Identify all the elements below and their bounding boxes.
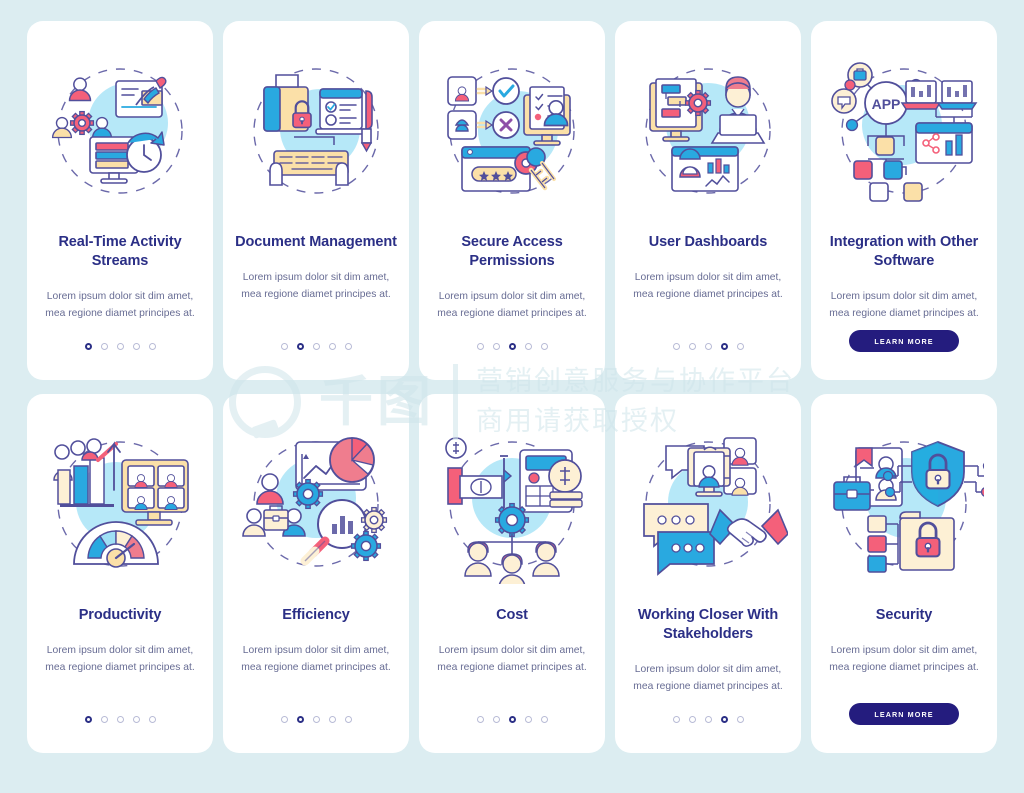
pagination-dot[interactable] bbox=[688, 716, 696, 723]
people-bar-chart-video-grid-gauge-illustration bbox=[40, 424, 200, 584]
card-title: Integration with Other Software bbox=[829, 234, 979, 270]
card-description: Lorem ipsum dolor sit dim amet, mea regi… bbox=[437, 645, 587, 673]
card-title: User Dashboards bbox=[648, 234, 768, 250]
pagination-dot[interactable] bbox=[704, 716, 712, 723]
pagination-dot[interactable] bbox=[132, 343, 140, 350]
pagination-dot[interactable] bbox=[672, 343, 680, 350]
pagination-dot[interactable] bbox=[704, 343, 712, 350]
pagination-dots[interactable] bbox=[280, 343, 352, 350]
learn-more-button[interactable]: LEARN MORE bbox=[849, 703, 959, 725]
onboarding-screens-canvas: 千图 营销创意服务与协作平台 商用请获取授权 Real-Time Activit… bbox=[0, 0, 1024, 793]
pagination-dots[interactable] bbox=[476, 343, 548, 350]
pagination-dot[interactable] bbox=[100, 716, 108, 723]
pagination-dot-active[interactable] bbox=[720, 716, 728, 723]
video-call-chat-bubbles-handshake-illustration bbox=[628, 424, 788, 584]
card-description: Lorem ipsum dolor sit dim amet, mea regi… bbox=[241, 645, 391, 673]
pagination-dot[interactable] bbox=[476, 716, 484, 723]
card-description: Lorem ipsum dolor sit dim amet, mea regi… bbox=[437, 291, 587, 319]
pagination-dot[interactable] bbox=[100, 343, 108, 350]
pagination-dot-active[interactable] bbox=[296, 716, 304, 723]
onboarding-card-integration-with-other-software[interactable]: APP Integration with Other Software Lore… bbox=[811, 21, 997, 380]
onboarding-card-secure-access-permissions[interactable]: Secure Access Permissions Lorem ipsum dol… bbox=[419, 21, 605, 380]
pagination-dot[interactable] bbox=[148, 343, 156, 350]
pagination-dot-active[interactable] bbox=[508, 343, 516, 350]
app-node-network-laptops-analytics-illustration: APP bbox=[824, 51, 984, 211]
pagination-dot[interactable] bbox=[328, 716, 336, 723]
id-card-briefcase-shield-lock-folder-illustration bbox=[824, 424, 984, 584]
learn-more-button[interactable]: LEARN MORE bbox=[849, 330, 959, 352]
pagination-dot[interactable] bbox=[116, 343, 124, 350]
pagination-dots[interactable] bbox=[84, 343, 156, 350]
pagination-dot[interactable] bbox=[312, 716, 320, 723]
card-title: Cost bbox=[496, 607, 528, 623]
pagination-dot-active[interactable] bbox=[84, 716, 92, 723]
card-description: Lorem ipsum dolor sit dim amet, mea regi… bbox=[829, 291, 979, 319]
screens-grid: Real-Time Activity Streams Lorem ipsum do… bbox=[0, 0, 1024, 774]
pagination-dot[interactable] bbox=[148, 716, 156, 723]
pagination-dot[interactable] bbox=[312, 343, 320, 350]
pagination-dot[interactable] bbox=[476, 343, 484, 350]
card-title: Security bbox=[875, 607, 933, 623]
pagination-dot[interactable] bbox=[492, 716, 500, 723]
pagination-dot[interactable] bbox=[344, 343, 352, 350]
pagination-dot[interactable] bbox=[540, 343, 548, 350]
card-description: Lorem ipsum dolor sit dim amet, mea regi… bbox=[633, 272, 783, 300]
folder-lock-checklist-keyboard-hands-illustration bbox=[236, 51, 396, 211]
monitor-gear-person-laptop-charts-illustration bbox=[628, 51, 788, 211]
pagination-dot[interactable] bbox=[540, 716, 548, 723]
pagination-dot[interactable] bbox=[328, 343, 336, 350]
card-description: Lorem ipsum dolor sit dim amet, mea regi… bbox=[241, 272, 391, 300]
card-title: Document Management bbox=[235, 234, 397, 250]
onboarding-card-document-management[interactable]: Document Management Lorem ipsum dolor sit… bbox=[223, 21, 409, 380]
pagination-dot[interactable] bbox=[280, 343, 288, 350]
pagination-dot[interactable] bbox=[688, 343, 696, 350]
svg-text:APP: APP bbox=[872, 96, 901, 112]
pagination-dot-active[interactable] bbox=[296, 343, 304, 350]
pagination-dots[interactable] bbox=[672, 343, 744, 350]
pagination-dot-active[interactable] bbox=[508, 716, 516, 723]
pagination-dot[interactable] bbox=[524, 343, 532, 350]
pagination-dot-active[interactable] bbox=[84, 343, 92, 350]
onboarding-card-real-time-activity-streams[interactable]: Real-Time Activity Streams Lorem ipsum do… bbox=[27, 21, 213, 380]
pagination-dot[interactable] bbox=[344, 716, 352, 723]
graph-pie-clock-team-magnifier-gears-illustration bbox=[236, 424, 396, 584]
pagination-dots[interactable] bbox=[280, 716, 352, 723]
card-description: Lorem ipsum dolor sit dim amet, mea regi… bbox=[829, 645, 979, 673]
onboarding-card-security[interactable]: Security Lorem ipsum dolor sit dim amet, … bbox=[811, 394, 997, 753]
card-description: Lorem ipsum dolor sit dim amet, mea regi… bbox=[633, 664, 783, 692]
card-title: Productivity bbox=[78, 607, 162, 623]
money-calculator-coins-gear-team-illustration bbox=[432, 424, 592, 584]
card-description: Lorem ipsum dolor sit dim amet, mea regi… bbox=[45, 291, 195, 319]
pagination-dot[interactable] bbox=[736, 716, 744, 723]
pagination-dot[interactable] bbox=[524, 716, 532, 723]
onboarding-card-cost[interactable]: Cost Lorem ipsum dolor sit dim amet, mea … bbox=[419, 394, 605, 753]
pagination-dots[interactable] bbox=[84, 716, 156, 723]
onboarding-card-efficiency[interactable]: Efficiency Lorem ipsum dolor sit dim amet… bbox=[223, 394, 409, 753]
pagination-dot[interactable] bbox=[116, 716, 124, 723]
card-title: Efficiency bbox=[282, 607, 350, 623]
pagination-dot-active[interactable] bbox=[720, 343, 728, 350]
pagination-dots[interactable] bbox=[476, 716, 548, 723]
pagination-dot[interactable] bbox=[736, 343, 744, 350]
onboarding-card-productivity[interactable]: Productivity Lorem ipsum dolor sit dim am… bbox=[27, 394, 213, 753]
pagination-dots[interactable] bbox=[672, 716, 744, 723]
pagination-dot[interactable] bbox=[280, 716, 288, 723]
card-description: Lorem ipsum dolor sit dim amet, mea regi… bbox=[45, 645, 195, 673]
pagination-dot[interactable] bbox=[672, 716, 680, 723]
pagination-dot[interactable] bbox=[492, 343, 500, 350]
onboarding-card-working-closer-with-stakeholders[interactable]: Working Closer With Stakeholders Lorem ip… bbox=[615, 394, 801, 753]
user-check-cross-password-keys-illustration bbox=[432, 51, 592, 211]
onboarding-card-user-dashboards[interactable]: User Dashboards Lorem ipsum dolor sit dim… bbox=[615, 21, 801, 380]
card-title: Working Closer With Stakeholders bbox=[637, 607, 779, 643]
users-gear-document-clock-monitor-illustration bbox=[40, 51, 200, 211]
card-title: Real-Time Activity Streams bbox=[58, 234, 182, 270]
pagination-dot[interactable] bbox=[132, 716, 140, 723]
card-title: Secure Access Permissions bbox=[461, 234, 563, 270]
